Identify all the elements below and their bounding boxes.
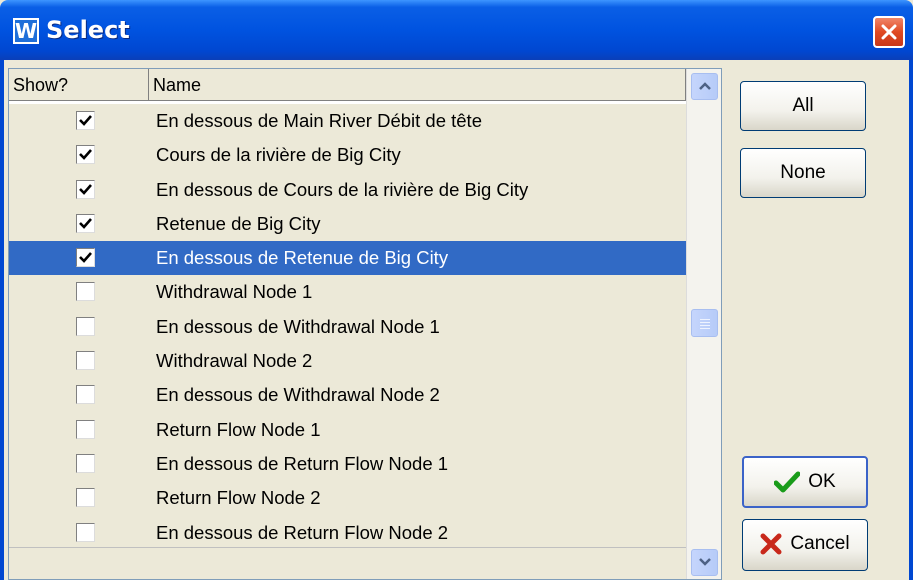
row-name: En dessous de Return Flow Node 2 — [156, 521, 449, 543]
window-title: Select — [46, 16, 130, 44]
window-border-right — [909, 60, 913, 580]
chevron-up-icon — [699, 82, 711, 90]
checkmark-icon — [79, 218, 92, 229]
node-grid[interactable]: Show? Name En dessous de Main River Débi… — [8, 68, 722, 580]
show-checkbox[interactable] — [76, 419, 95, 439]
column-header-name[interactable]: Name — [149, 69, 686, 101]
scroll-up-button[interactable] — [691, 73, 718, 100]
scroll-down-button[interactable] — [691, 549, 718, 576]
column-header-show[interactable]: Show? — [9, 69, 149, 101]
select-none-button[interactable]: None — [740, 148, 866, 198]
ok-label: OK — [808, 471, 836, 492]
show-checkbox[interactable] — [76, 316, 95, 336]
table-row[interactable]: En dessous de Cours de la rivière de Big… — [9, 172, 686, 207]
table-row[interactable]: En dessous de Withdrawal Node 2 — [9, 378, 686, 413]
app-icon: W — [13, 18, 39, 44]
show-checkbox[interactable] — [76, 213, 95, 233]
show-checkbox[interactable] — [76, 522, 95, 542]
row-name: Cours de la rivière de Big City — [156, 144, 401, 166]
table-row[interactable]: Retenue de Big City — [9, 206, 686, 242]
table-row[interactable]: En dessous de Return Flow Node 1 — [9, 446, 686, 482]
cancel-button[interactable]: Cancel — [742, 519, 868, 571]
select-all-button[interactable]: All — [740, 81, 866, 131]
table-row[interactable]: En dessous de Main River Débit de tête — [9, 104, 686, 139]
row-name: Retenue de Big City — [156, 212, 321, 234]
close-button[interactable] — [873, 16, 905, 48]
grip-line — [700, 328, 710, 329]
show-checkbox[interactable] — [76, 351, 95, 371]
close-icon — [881, 24, 897, 40]
row-name: En dessous de Retenue de Big City — [156, 247, 449, 269]
cancel-label: Cancel — [790, 533, 850, 554]
table-row[interactable]: En dessous de Retenue de Big City — [9, 241, 686, 276]
grid-empty-area — [9, 547, 686, 579]
row-name: En dessous de Main River Débit de tête — [156, 110, 482, 131]
show-checkbox[interactable] — [76, 179, 95, 199]
ok-button[interactable]: OK — [742, 456, 868, 508]
scroll-thumb[interactable] — [691, 309, 718, 337]
checkmark-icon — [79, 149, 92, 161]
table-row[interactable]: En dessous de Withdrawal Node 1 — [9, 309, 686, 345]
window-border-left — [0, 60, 4, 580]
vertical-scrollbar[interactable] — [686, 69, 721, 579]
checkmark-icon — [79, 115, 92, 126]
show-checkbox[interactable] — [76, 385, 95, 405]
row-name: En dessous de Return Flow Node 1 — [156, 452, 449, 474]
row-name: En dessous de Withdrawal Node 1 — [156, 315, 440, 337]
grip-line — [700, 325, 710, 326]
grip-line — [700, 322, 710, 323]
row-name: Return Flow Node 1 — [156, 418, 321, 440]
show-checkbox[interactable] — [76, 145, 95, 165]
checkmark-icon — [774, 471, 801, 493]
checkmark-icon — [79, 183, 92, 195]
x-icon — [760, 533, 782, 555]
show-checkbox[interactable] — [76, 248, 95, 268]
grid-header: Show? Name — [9, 69, 686, 101]
table-row[interactable]: Return Flow Node 1 — [9, 412, 686, 447]
table-row[interactable]: Withdrawal Node 2 — [9, 344, 686, 379]
row-name: Withdrawal Node 2 — [156, 350, 313, 372]
row-name: Withdrawal Node 1 — [156, 281, 313, 303]
title-bar[interactable]: W Select — [0, 0, 913, 60]
grip-line — [700, 319, 710, 320]
show-checkbox[interactable] — [76, 488, 95, 508]
table-row[interactable]: En dessous de Return Flow Node 2 — [9, 515, 686, 550]
row-name: Return Flow Node 2 — [156, 487, 321, 509]
show-checkbox[interactable] — [76, 453, 95, 473]
show-checkbox[interactable] — [76, 111, 95, 130]
row-name: En dessous de Cours de la rivière de Big… — [156, 178, 529, 200]
checkmark-icon — [79, 252, 92, 264]
row-name: En dessous de Withdrawal Node 2 — [156, 384, 440, 406]
table-row[interactable]: Withdrawal Node 1 — [9, 275, 686, 310]
show-checkbox[interactable] — [76, 282, 95, 302]
table-row[interactable]: Return Flow Node 2 — [9, 481, 686, 516]
chevron-down-icon — [699, 558, 711, 566]
table-row[interactable]: Cours de la rivière de Big City — [9, 138, 686, 173]
grid-rows: En dessous de Main River Débit de tête Co… — [9, 104, 686, 550]
